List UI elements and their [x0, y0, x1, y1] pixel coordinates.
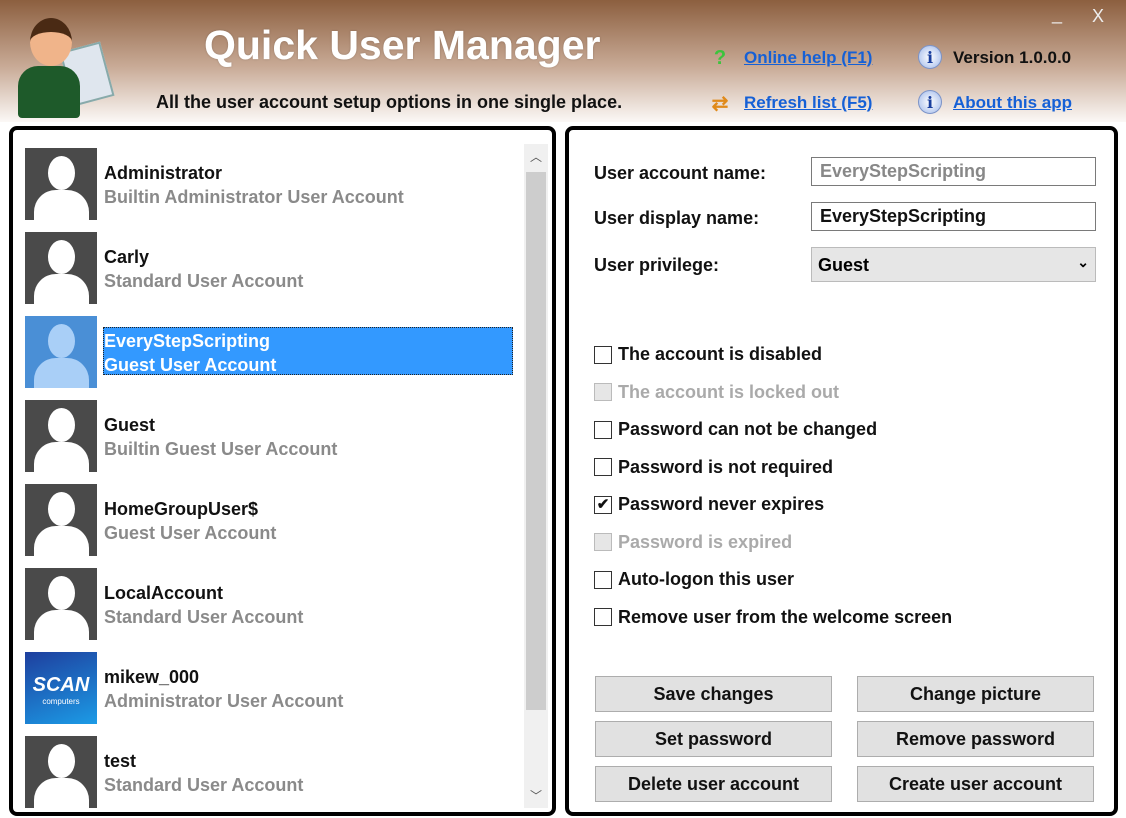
- privilege-select[interactable]: Guest ⌄: [811, 247, 1096, 282]
- display-name-label: User display name:: [594, 208, 760, 228]
- option-label: Remove user from the welcome screen: [618, 606, 953, 627]
- user-name: LocalAccount: [104, 583, 224, 603]
- user-avatar-icon: [25, 232, 97, 304]
- user-avatar-icon: [25, 316, 97, 388]
- user-list-item[interactable]: Administrator Builtin Administrator User …: [25, 148, 515, 224]
- user-name: Carly: [104, 247, 150, 267]
- checkbox-icon: [594, 383, 612, 401]
- scroll-down-icon[interactable]: ﹀: [524, 787, 548, 804]
- user-type: Standard User Account: [104, 271, 304, 291]
- option-checkbox[interactable]: Auto-logon this user: [594, 569, 794, 590]
- option-checkbox[interactable]: The account is disabled: [594, 344, 822, 365]
- account-name-field[interactable]: EveryStepScripting: [811, 157, 1096, 186]
- online-help-link[interactable]: Online help (F1): [744, 48, 872, 68]
- checkbox-checked-icon[interactable]: ✔: [594, 495, 612, 514]
- scroll-up-icon[interactable]: ︿: [524, 148, 548, 165]
- user-name: EveryStepScripting: [104, 331, 271, 351]
- checkbox-icon[interactable]: [594, 345, 612, 364]
- user-type: Builtin Guest User Account: [104, 439, 338, 459]
- delete-user-button[interactable]: Delete user account: [595, 766, 832, 802]
- info-icon: i: [918, 45, 942, 69]
- user-avatar-icon: [25, 568, 97, 640]
- account-name-label: User account name:: [594, 163, 767, 183]
- option-label: Password is expired: [618, 531, 793, 552]
- user-type: Standard User Account: [104, 607, 304, 627]
- user-type: Guest User Account: [104, 355, 277, 375]
- user-list-item[interactable]: Carly Standard User Account: [25, 232, 515, 308]
- refresh-list-link[interactable]: Refresh list (F5): [744, 93, 872, 113]
- close-button[interactable]: X: [1092, 6, 1104, 27]
- user-name: test: [104, 751, 137, 771]
- option-label: Auto-logon this user: [618, 569, 794, 589]
- change-picture-button[interactable]: Change picture: [857, 676, 1094, 712]
- checkbox-icon[interactable]: [594, 608, 612, 626]
- user-list-item[interactable]: test Standard User Account: [25, 736, 515, 812]
- option-label: Password can not be changed: [618, 419, 878, 439]
- version-label: Version 1.0.0.0: [953, 48, 1072, 67]
- user-name: HomeGroupUser$: [104, 499, 259, 519]
- user-list-item[interactable]: LocalAccount Standard User Account: [25, 568, 515, 644]
- user-name: Administrator: [104, 163, 223, 183]
- about-link[interactable]: About this app: [953, 93, 1072, 113]
- refresh-icon: ⇄: [711, 92, 729, 115]
- user-avatar-icon: [25, 736, 97, 808]
- checkbox-icon: [594, 533, 612, 551]
- remove-password-button[interactable]: Remove password: [857, 721, 1094, 757]
- save-changes-button[interactable]: Save changes: [595, 676, 832, 712]
- checkbox-icon[interactable]: [594, 458, 612, 476]
- user-avatar-icon: [25, 484, 97, 556]
- app-logo-icon: [14, 12, 115, 120]
- option-label: Password never expires: [618, 494, 825, 514]
- checkbox-icon[interactable]: [594, 570, 612, 589]
- user-list-item[interactable]: SCAN computers mikew_000 Administrator User…: [25, 652, 515, 728]
- app-subtitle: All the user account setup options in on…: [156, 92, 623, 112]
- user-type: Administrator User Account: [104, 691, 344, 711]
- user-list-item[interactable]: HomeGroupUser$ Guest User Account: [25, 484, 515, 560]
- option-checkbox: The account is locked out: [594, 382, 839, 403]
- user-type: Standard User Account: [104, 775, 304, 795]
- privilege-value: Guest: [818, 255, 870, 275]
- option-label: Password is not required: [618, 456, 834, 477]
- option-checkbox[interactable]: ✔ Password never expires: [594, 494, 824, 515]
- user-name: mikew_000: [104, 667, 200, 687]
- user-avatar-icon: [25, 400, 97, 472]
- option-checkbox[interactable]: Remove user from the welcome screen: [594, 607, 952, 628]
- user-details-panel: User account name: EveryStepScripting Us…: [565, 126, 1118, 816]
- set-password-button[interactable]: Set password: [595, 721, 832, 757]
- display-name-field[interactable]: EveryStepScripting: [811, 202, 1096, 231]
- user-type: Guest User Account: [104, 523, 277, 543]
- option-checkbox[interactable]: Password is not required: [594, 457, 833, 478]
- user-type: Builtin Administrator User Account: [104, 187, 404, 207]
- user-avatar-icon: [25, 148, 97, 220]
- chevron-down-icon: ⌄: [1077, 254, 1089, 270]
- header: Quick User Manager All the user account …: [0, 0, 1126, 122]
- scrollbar-thumb[interactable]: [526, 172, 546, 710]
- minimize-button[interactable]: _: [1052, 4, 1062, 25]
- info-icon: i: [918, 90, 942, 114]
- create-user-button[interactable]: Create user account: [857, 766, 1094, 802]
- app-title: Quick User Manager: [204, 22, 601, 68]
- privilege-label: User privilege:: [594, 255, 720, 275]
- help-icon: ?: [713, 46, 727, 69]
- user-list: Administrator Builtin Administrator User …: [9, 126, 556, 816]
- user-picture: SCAN computers: [25, 652, 97, 724]
- option-checkbox[interactable]: Password can not be changed: [594, 419, 877, 440]
- user-list-item[interactable]: EveryStepScripting Guest User Account: [25, 316, 515, 392]
- user-list-item[interactable]: Guest Builtin Guest User Account: [25, 400, 515, 476]
- option-label: The account is locked out: [618, 381, 840, 402]
- user-name: Guest: [104, 415, 156, 435]
- option-checkbox: Password is expired: [594, 532, 792, 553]
- scrollbar[interactable]: ︿ ﹀: [524, 144, 548, 808]
- option-label: The account is disabled: [618, 344, 823, 364]
- checkbox-icon[interactable]: [594, 420, 612, 439]
